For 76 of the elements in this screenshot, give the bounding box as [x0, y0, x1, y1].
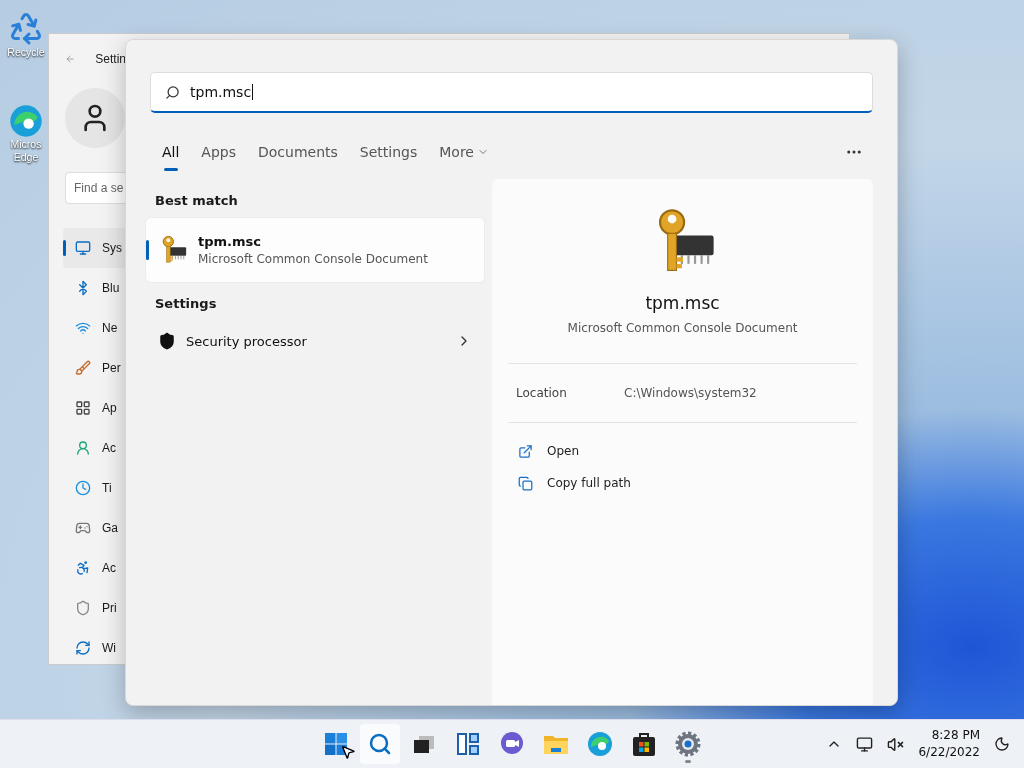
location-label: Location	[516, 386, 568, 400]
nav-item[interactable]: Ac	[63, 548, 126, 588]
open-external-icon	[518, 443, 533, 459]
search-field[interactable]: Find a se	[65, 172, 126, 204]
windows-logo-icon	[324, 732, 348, 756]
nav-label: Ac	[102, 441, 116, 455]
copy-icon	[518, 475, 533, 491]
nav-item[interactable]: Sys	[63, 228, 126, 268]
action-label: Copy full path	[547, 476, 631, 490]
filter-tab[interactable]: Documents	[258, 137, 338, 167]
nav-label: Sys	[102, 241, 122, 255]
nav-item[interactable]: Ga	[63, 508, 126, 548]
brush-icon	[75, 360, 91, 376]
nav-label: Ga	[102, 521, 118, 535]
browser-icon	[587, 731, 613, 757]
filter-tab[interactable]: Apps	[201, 137, 236, 167]
filter-tab[interactable]: More	[439, 137, 489, 167]
nav-item[interactable]: Ac	[63, 428, 126, 468]
nav-label: Pri	[102, 601, 117, 615]
nav-item[interactable]: Ti	[63, 468, 126, 508]
detail-subtitle: Microsoft Common Console Document	[566, 321, 799, 335]
gamepad-icon	[75, 520, 91, 536]
clock-icon	[75, 480, 91, 496]
nav-item[interactable]: Wi	[63, 628, 126, 668]
apps-icon	[75, 400, 91, 416]
clock[interactable]: 8:28 PM 6/22/2022	[918, 727, 980, 761]
display-icon	[75, 240, 91, 256]
search-result[interactable]: tpm.msc Microsoft Common Console Document	[146, 218, 484, 282]
section-heading: Settings	[154, 295, 218, 313]
nav-label: Ac	[102, 561, 116, 575]
search-icon	[368, 732, 392, 756]
desktop-icon-label: Recycle	[7, 46, 45, 59]
detail-title: tpm.msc	[644, 293, 721, 313]
nav-item[interactable]: Per	[63, 348, 126, 388]
search-icon	[165, 84, 180, 100]
section-heading: Best match	[154, 192, 239, 210]
nav-item[interactable]: Pri	[63, 588, 126, 628]
location-value: C:\Windows\system32	[624, 386, 757, 400]
accessibility-icon	[75, 560, 91, 576]
shopping-bag-icon	[632, 731, 656, 757]
result-title: tpm.msc	[198, 234, 262, 249]
result-title: Security processor	[186, 333, 308, 349]
task-view-icon	[413, 734, 435, 754]
moon-icon[interactable]	[994, 736, 1010, 752]
desktop-icon-label: Micros	[10, 138, 42, 151]
muted-speaker-icon[interactable]	[887, 735, 905, 753]
folder-icon	[543, 733, 569, 755]
network-icon[interactable]	[856, 735, 874, 753]
nav-label: Blu	[102, 281, 120, 295]
chat-icon	[499, 731, 525, 757]
refresh-icon	[75, 640, 91, 656]
nav-item[interactable]: Ap	[63, 388, 126, 428]
filter-tab[interactable]: Settings	[359, 137, 418, 167]
nav-label: Ti	[102, 481, 112, 495]
result-subtitle: Microsoft Common Console Document	[198, 252, 429, 266]
nav-item[interactable]: Blu	[63, 268, 126, 308]
nav-label: Ap	[102, 401, 117, 415]
wifi-icon	[75, 320, 91, 336]
action-link[interactable]: Open	[508, 435, 857, 467]
action-label: Open	[547, 444, 580, 458]
window-title: Settin	[95, 52, 126, 66]
widgets-icon	[456, 732, 480, 756]
shield-icon	[75, 600, 91, 616]
search-field[interactable]: tpm.msc	[150, 72, 873, 113]
action-link[interactable]: Copy full path	[508, 467, 857, 499]
browser-icon[interactable]	[9, 104, 43, 138]
nav-label: Ne	[102, 321, 118, 335]
nav-label: Per	[102, 361, 121, 375]
person-icon	[75, 440, 91, 456]
desktop-icon-label: Edge	[13, 151, 39, 164]
shield-icon	[158, 332, 176, 350]
nav-item[interactable]: Ne	[63, 308, 126, 348]
gear-icon	[675, 731, 701, 757]
nav-label: Wi	[102, 641, 116, 655]
cursor-icon	[340, 744, 356, 760]
recycle-bin-icon[interactable]	[8, 10, 44, 46]
